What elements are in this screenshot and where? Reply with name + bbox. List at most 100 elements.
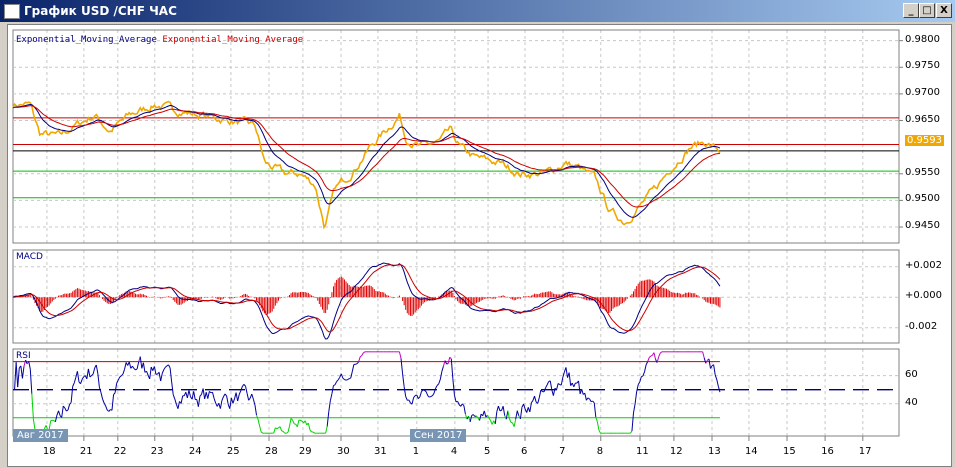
price-tick-label: 0.9800 [905,33,940,45]
date-label: 8 [596,446,604,457]
rsi-segment [637,381,641,385]
rsi-segment [400,358,404,374]
rsi-segment [142,362,146,373]
rsi-segment [119,375,122,378]
rsi-segment [61,405,64,418]
panel-frame [12,249,900,344]
rsi-segment [444,360,448,365]
rsi-segment [336,379,339,382]
macd-tick-label: +0.000 [905,290,943,302]
rsi-segment [641,375,644,378]
rsi-segment [702,351,705,359]
date-label: 4 [450,446,458,457]
rsi-segment [398,351,402,359]
rsi-segment [425,391,429,396]
rsi-segment [438,379,441,384]
rsi-segment [122,369,126,375]
rsi-segment [80,379,83,384]
rsi-segment [108,409,111,412]
price-tick-label: 0.9550 [905,166,940,178]
rsi-segment [136,361,140,370]
rsi-tick-label: 60 [905,368,918,380]
rsi-segment [631,412,635,432]
rsi-segment [598,429,601,434]
rsi-segment [424,389,427,393]
rsi-segment [340,373,344,379]
rsi-segment [105,405,108,411]
rsi-segment [168,364,171,369]
rsi-segment [124,362,127,370]
rsi-segment [161,369,165,374]
rsi-segment [113,392,116,395]
rsi-segment [300,419,303,422]
date-label: 5 [484,446,491,457]
price-tick-label: 0.9650 [905,113,940,125]
rsi-segment [106,409,110,412]
rsi-segment [342,377,345,380]
rsi-segment [633,403,636,413]
price-tick-label: 0.9750 [905,60,940,72]
rsi-segment [73,377,77,384]
rsi-segment [86,368,89,380]
rsi-segment [58,410,61,416]
rsi-segment [334,381,338,386]
rsi-segment [436,383,440,386]
rsi-segment [117,376,121,381]
rsi-segment [351,364,355,372]
rsi-segment [411,397,415,405]
chart-canvas[interactable] [0,0,955,468]
rsi-segment [31,393,34,420]
rsi-segment [188,390,192,397]
rsi-segment [703,357,707,364]
rsi-segment [589,398,592,402]
rsi-segment [359,355,363,358]
rsi-segment [596,421,600,431]
date-label: 22 [113,446,127,457]
rsi-segment [433,388,437,394]
rsi-segment [207,391,210,399]
rsi-segment [326,411,330,427]
rsi-segment [15,362,19,388]
rsi-segment [193,391,196,400]
rsi-segment [64,407,67,412]
rsi-segment [530,400,534,403]
date-label: 30 [337,446,350,457]
rsi-segment [213,398,217,404]
macd-tick-label: +0.002 [905,259,943,271]
rsi-segment [636,384,639,392]
rsi-segment [325,426,328,434]
rsi-segment [584,393,587,401]
rsi-segment [212,392,215,399]
indicator-legend: Exponential_Moving_Average Exponential_M… [16,35,303,45]
rsi-segment [363,351,366,354]
rsi-segment [28,361,31,370]
rsi-segment [281,430,284,432]
rsi-segment [312,431,315,434]
rsi-segment [430,395,433,397]
rsi-segment [102,398,105,404]
rsi-segment [452,378,455,395]
rsi-segment [463,405,466,415]
rsi-segment [221,396,224,401]
rsi-segment [286,432,289,434]
rsi-segment [243,384,246,387]
date-label: 6 [520,446,528,457]
rsi-segment [232,398,235,404]
date-label: 25 [226,446,240,457]
rsi-segment [226,395,229,405]
rsi-segment [197,396,201,407]
rsi-segment [345,379,348,381]
rsi-segment [716,379,719,387]
price-tick-label: 0.9700 [905,86,940,98]
rsi-segment [513,419,517,427]
rsi-segment [497,405,501,411]
price-tick-label: 0.9450 [905,220,940,232]
rsi-segment [163,366,166,370]
rsi-segment [328,400,331,412]
rsi-segment [172,394,176,400]
macd-tick-label: -0.002 [905,320,938,332]
rsi-segment [17,367,20,388]
date-label: 29 [298,446,312,457]
rsi-segment [70,386,74,403]
rsi-segment [251,393,254,400]
